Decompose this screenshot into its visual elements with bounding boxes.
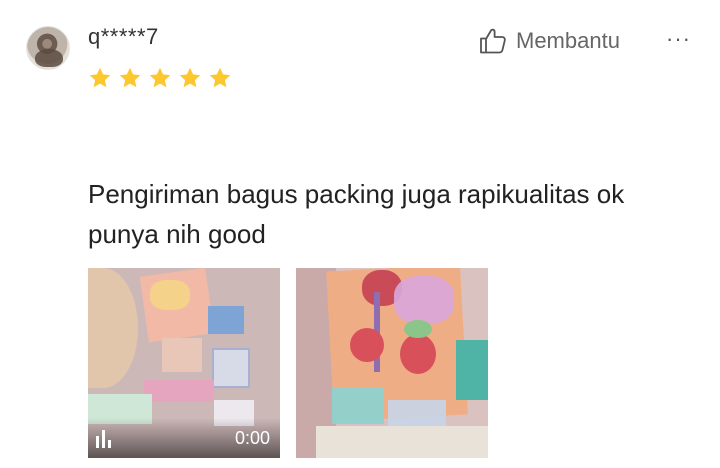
review-text: Pengiriman bagus packing juga rapikualit… (88, 179, 625, 249)
star-icon (119, 67, 141, 88)
video-duration: 0:00 (234, 427, 270, 448)
more-options-icon[interactable]: ··· (666, 26, 691, 52)
helpful-label: Membantu (516, 28, 620, 53)
thumbs-up-icon (480, 28, 506, 54)
review-video-thumbnail[interactable]: 0:00 (88, 268, 280, 458)
video-overlay: 0:00 (88, 418, 280, 458)
star-icon (149, 67, 171, 88)
helpful-button[interactable]: Membantu (478, 26, 620, 56)
star-icon (179, 67, 201, 88)
reviewer-avatar (26, 26, 70, 70)
rating-stars (88, 66, 232, 90)
star-icon (209, 67, 231, 88)
review-photo-thumbnail[interactable] (296, 268, 488, 458)
reviewer-username: q*****7 (88, 24, 159, 49)
video-bars-icon (96, 428, 111, 448)
star-icon (89, 67, 111, 88)
